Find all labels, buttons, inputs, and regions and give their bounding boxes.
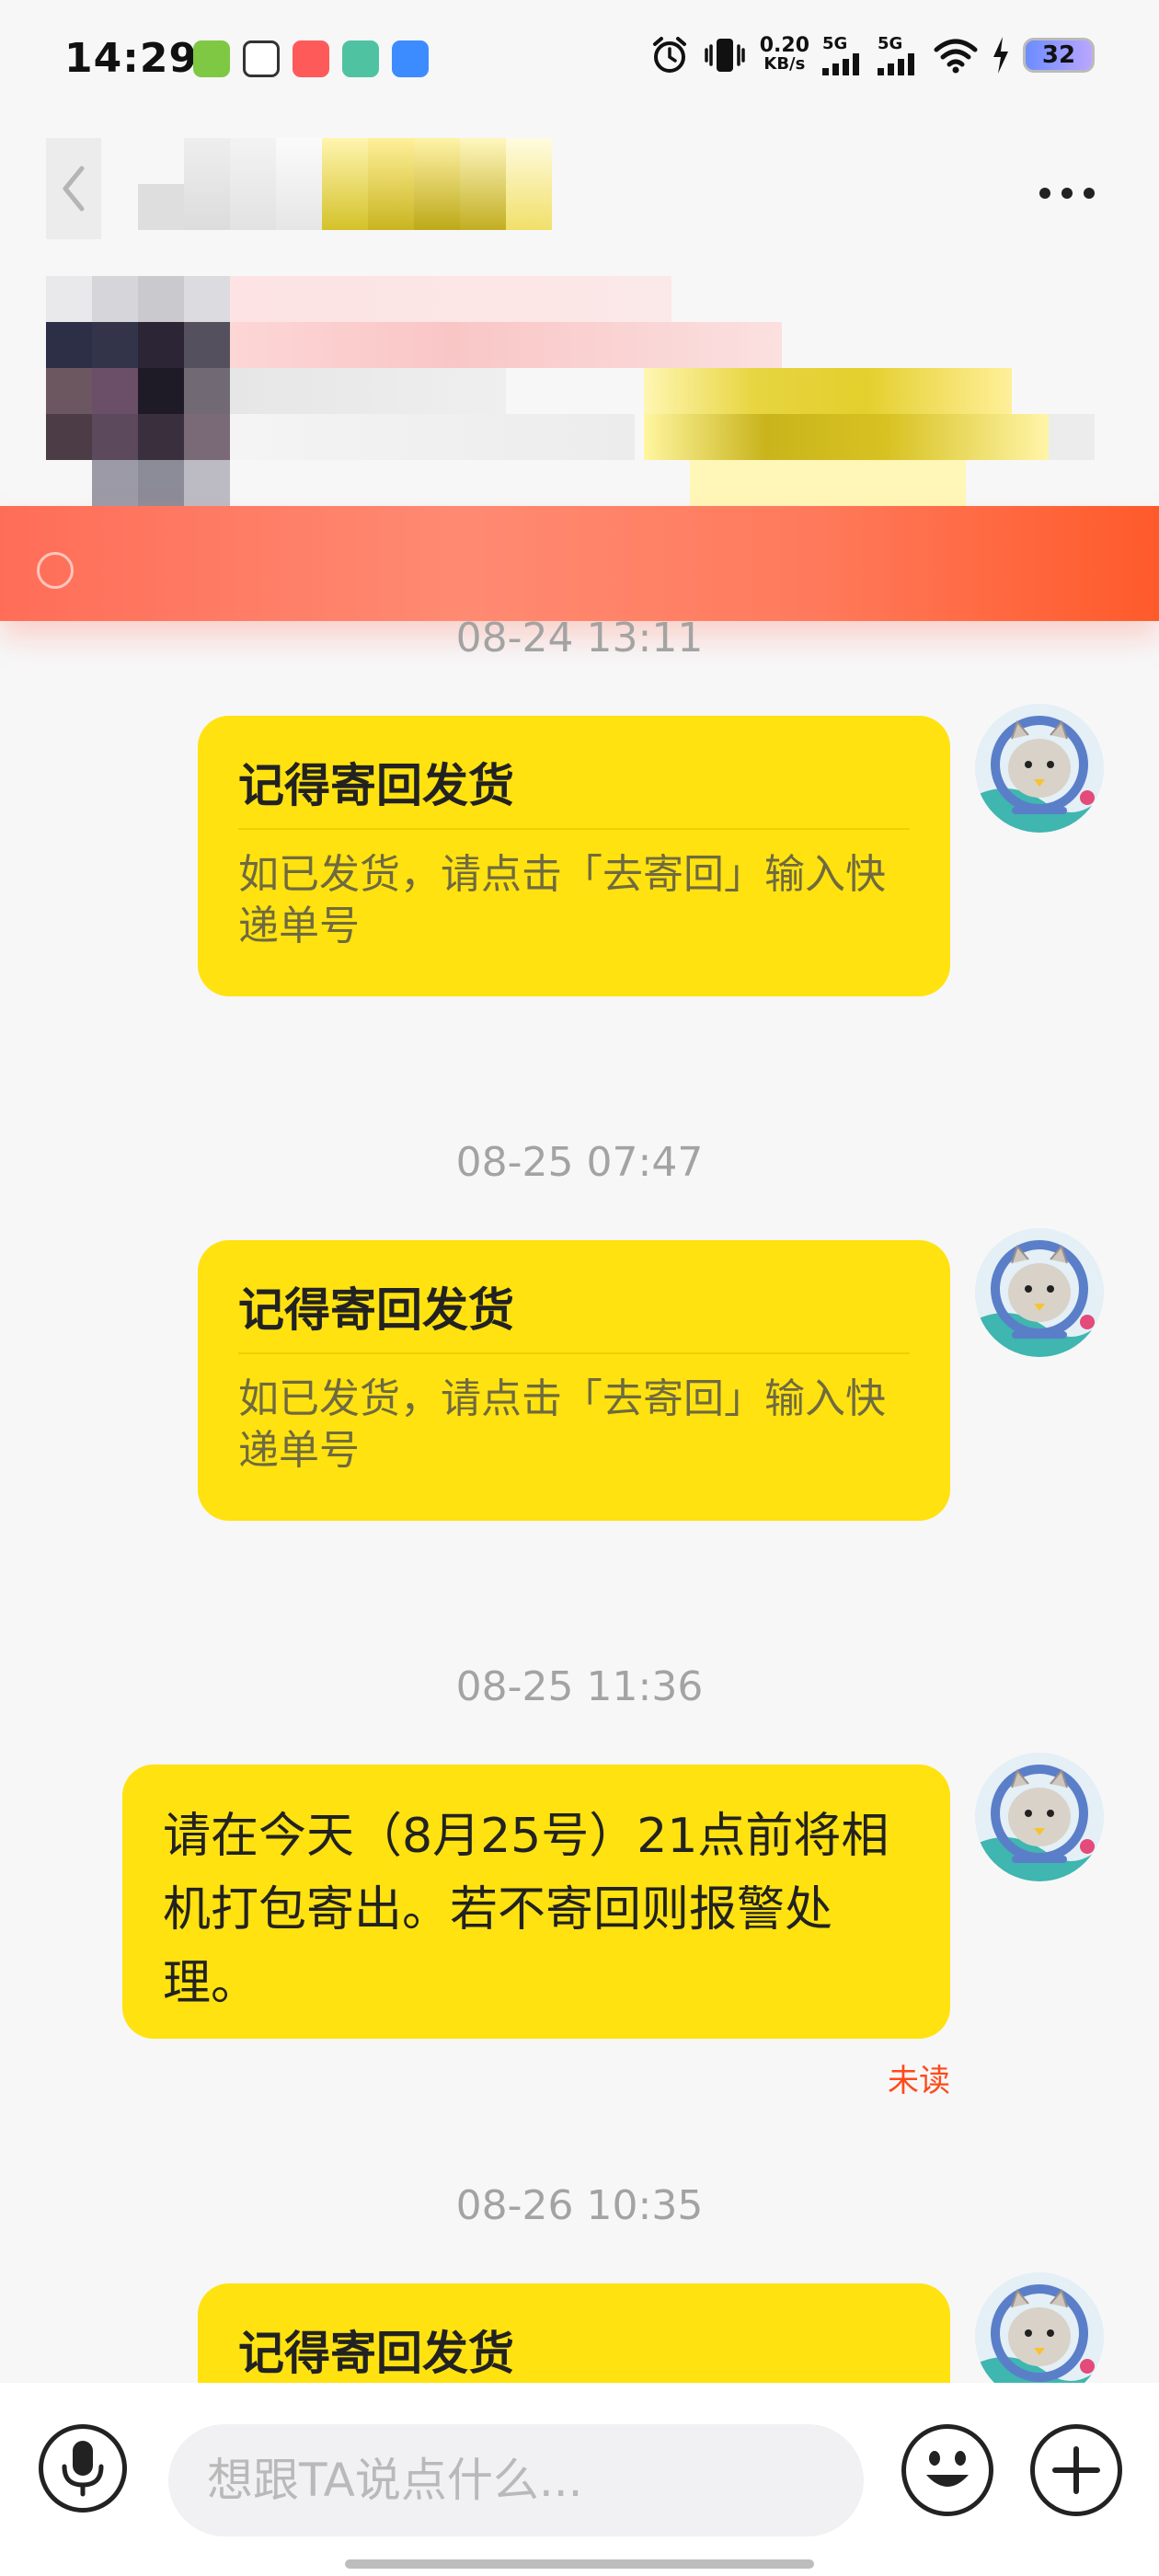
- wifi-icon: [934, 39, 978, 74]
- warning-banner-redacted[interactable]: [0, 506, 1159, 621]
- reminder-card[interactable]: 记得寄回发货 如已发货，请点击「去寄回」输入快递单号: [198, 1240, 950, 1521]
- more-dot: [1039, 188, 1050, 199]
- cat-avatar-icon: [975, 704, 1104, 833]
- card-body: 如已发货，请点击「去寄回」输入快递单号: [238, 1375, 886, 1474]
- card-divider: [238, 828, 910, 830]
- cat-avatar-icon: [975, 1228, 1104, 1357]
- vibrate-icon: [704, 39, 745, 72]
- power-app-icon: [342, 40, 379, 77]
- input-bar: [0, 2383, 1159, 2576]
- cat-avatar-icon: [975, 2272, 1104, 2383]
- plus-circle-icon: [1052, 2446, 1100, 2494]
- card-title: 记得寄回发货: [238, 1283, 514, 1337]
- battery-indicator: 32: [1023, 38, 1095, 73]
- message-timestamp: 08-25 07:47: [455, 1139, 704, 1186]
- net-speed: 0.20 KB/s: [759, 34, 809, 74]
- avatar[interactable]: [975, 1753, 1104, 1881]
- microphone-icon: [62, 2441, 104, 2497]
- message-timestamp: 08-25 11:36: [455, 1663, 704, 1710]
- system-icons: 0.20 KB/s 5G 5G 32: [649, 35, 1095, 75]
- notification-icons: [193, 40, 429, 77]
- emoji-smile-icon: [926, 2451, 969, 2487]
- avatar[interactable]: [975, 704, 1104, 833]
- status-bar: 14:29 0.20 KB/s 5G 5G 32: [0, 0, 1159, 120]
- order-card-redacted[interactable]: [37, 276, 1122, 506]
- net-speed-unit: KB/s: [763, 54, 806, 74]
- signal-2: 5G: [878, 35, 920, 75]
- message-timestamp: 08-24 13:11: [455, 615, 704, 661]
- message-timestamp: 08-26 10:35: [455, 2182, 704, 2229]
- shield-app-icon: [392, 40, 429, 77]
- message-clip: 记得寄回发货: [0, 2272, 1159, 2383]
- reminder-card[interactable]: 记得寄回发货: [198, 2283, 950, 2383]
- reminder-card[interactable]: 记得寄回发货 如已发货，请点击「去寄回」输入快递单号: [198, 716, 950, 996]
- voice-button[interactable]: [39, 2424, 127, 2513]
- alarm-icon: [652, 37, 686, 73]
- card-title: 记得寄回发货: [238, 759, 514, 812]
- card-body: 如已发货，请点击「去寄回」输入快递单号: [238, 851, 886, 949]
- plus-button[interactable]: [1030, 2424, 1122, 2516]
- shopping-app-icon: [293, 40, 329, 77]
- text-message-bubble[interactable]: 请在今天（8月25号）21点前将相机打包寄出。若不寄回则报警处理。: [122, 1765, 950, 2039]
- avatar[interactable]: [975, 2272, 1104, 2383]
- warning-icon: [37, 552, 74, 589]
- emoji-button[interactable]: [901, 2424, 993, 2516]
- card-divider: [238, 1352, 910, 1354]
- usb-icon: [193, 40, 230, 77]
- charging-icon: [993, 37, 1008, 74]
- chevron-left-icon: [63, 166, 85, 212]
- signal-1: 5G: [822, 35, 865, 75]
- more-dot: [1084, 188, 1095, 199]
- signal-2-label: 5G: [878, 34, 903, 53]
- unread-status: 未读: [888, 2063, 950, 2099]
- status-time: 14:29: [64, 35, 199, 82]
- more-button[interactable]: [1021, 166, 1113, 221]
- back-button[interactable]: [46, 138, 101, 239]
- sync-icon: [243, 40, 280, 77]
- avatar[interactable]: [975, 1228, 1104, 1357]
- signal-bars-icon: [822, 53, 859, 75]
- signal-1-label: 5G: [822, 34, 848, 53]
- contact-name-redacted: [138, 138, 552, 230]
- net-speed-value: 0.20: [759, 34, 809, 57]
- cat-avatar-icon: [975, 1753, 1104, 1881]
- message-input[interactable]: [168, 2424, 864, 2536]
- card-title: 记得寄回发货: [238, 2327, 514, 2380]
- home-indicator[interactable]: [345, 2559, 814, 2569]
- more-dot: [1061, 188, 1073, 199]
- message-text: 请在今天（8月25号）21点前将相机打包寄出。若不寄回则报警处理。: [163, 1809, 889, 2011]
- signal-bars-icon: [878, 53, 914, 75]
